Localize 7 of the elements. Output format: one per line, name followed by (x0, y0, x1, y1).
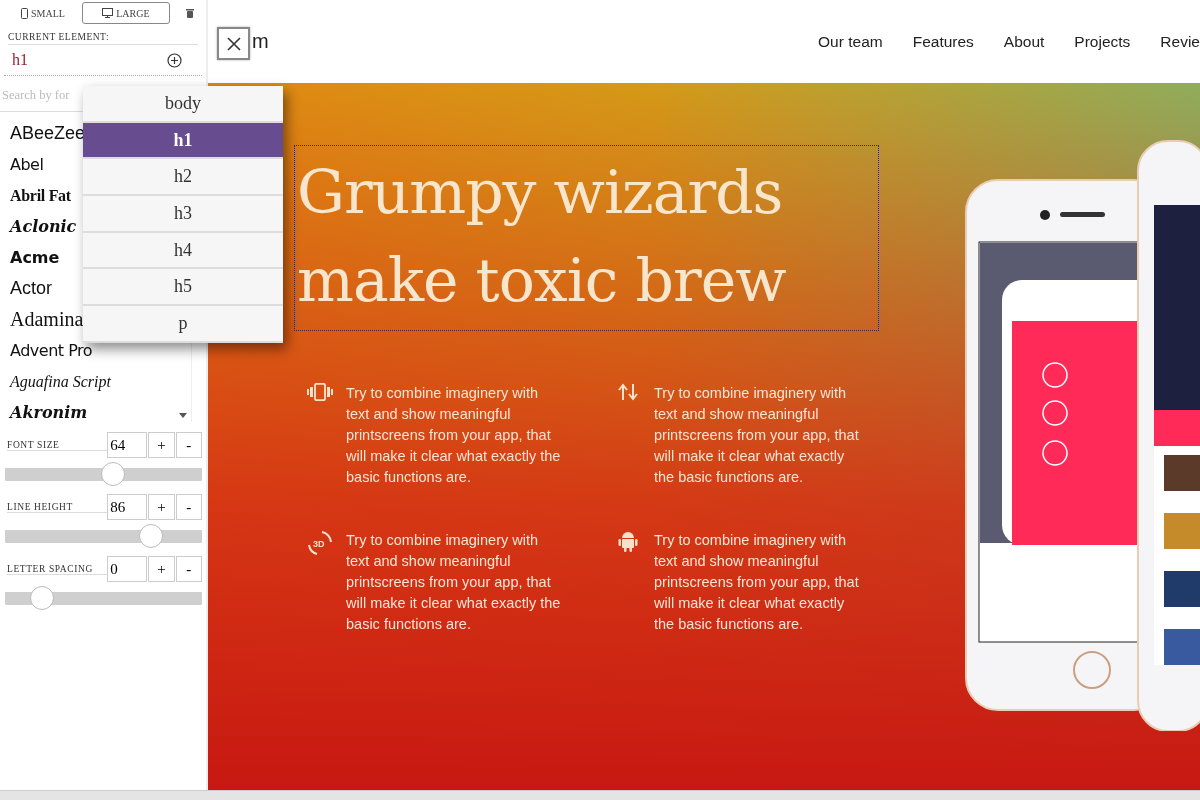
current-element-label: CURRENT ELEMENT: (8, 32, 198, 45)
feature-description: Try to combine imaginery with text and show meaningful printscreens from your app, that will make it clear what exactly the basic functions are. (346, 531, 562, 634)
current-element-value: h1 (12, 51, 28, 69)
feature-description: Try to combine imaginery with text and show meaningful printscreens from your app, that will make it clear what exactly the basic functions are. (346, 384, 562, 487)
feature-description: Try to combine imaginery with text and show meaningful printscreens from your app, that will make it clear what exactly the basic functions are. (654, 531, 860, 634)
feature-description: Try to combine imaginery with text and show meaningful printscreens from your app, that will make it clear what exactly the basic functions are. (654, 384, 860, 487)
hero-heading: Grumpy wizards make toxic brew (294, 145, 879, 331)
